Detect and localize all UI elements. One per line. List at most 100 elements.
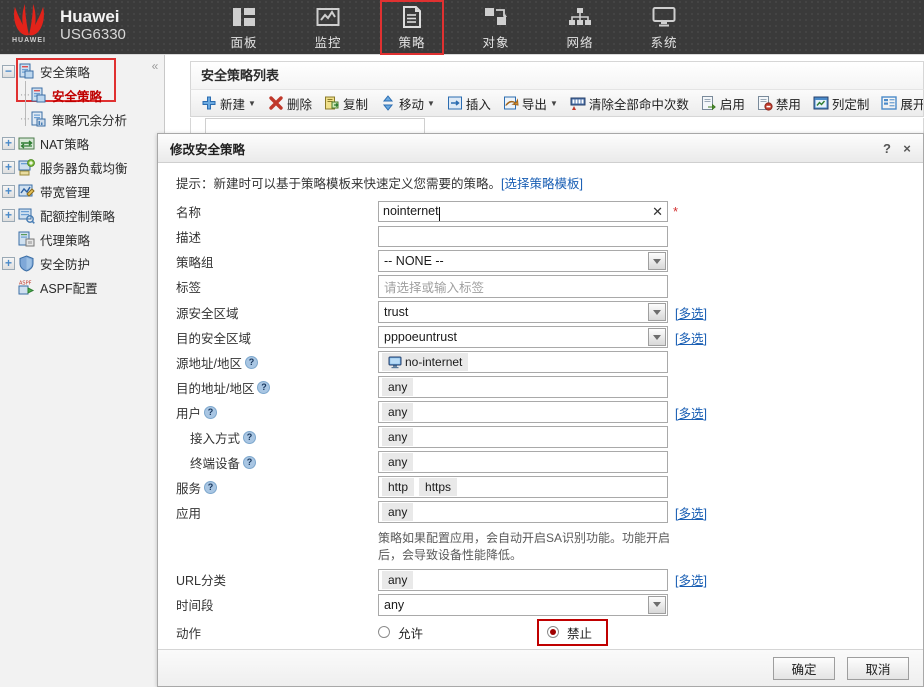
src-zone-multiselect-link[interactable]: [多选] bbox=[675, 303, 707, 322]
nav-label-monitor: 监控 bbox=[314, 32, 341, 51]
cancel-button[interactable]: 取消 bbox=[847, 657, 909, 680]
nav-label-system: 系统 bbox=[650, 32, 677, 51]
sidebar-item-aspf-config[interactable]: ASPF ASPF配置 bbox=[0, 275, 164, 299]
expander-minus-icon[interactable]: − bbox=[2, 65, 15, 78]
nav-item-network[interactable]: 网络 bbox=[548, 0, 612, 55]
url-category-tag[interactable]: any bbox=[382, 571, 413, 589]
toolbar-column-customize-button[interactable]: 列定制 bbox=[809, 92, 874, 114]
toolbar-disable-button[interactable]: 禁用 bbox=[753, 92, 805, 114]
chevron-down-icon: ▼ bbox=[550, 99, 558, 108]
time-range-select[interactable]: any bbox=[378, 594, 668, 616]
expander-plus-icon[interactable]: + bbox=[2, 209, 15, 222]
toolbar-new-label: 新建 bbox=[220, 94, 245, 113]
radio-allow-icon[interactable] bbox=[378, 626, 390, 638]
application-tag[interactable]: any bbox=[382, 503, 413, 521]
toolbar-copy-button[interactable]: 复制 bbox=[320, 92, 372, 114]
user-tag[interactable]: any bbox=[382, 403, 413, 421]
policy-group-select[interactable]: -- NONE -- bbox=[378, 250, 668, 272]
src-address-tag[interactable]: no-internet bbox=[382, 353, 468, 371]
expander-plus-icon[interactable]: + bbox=[2, 257, 15, 270]
nav-item-monitor[interactable]: 监控 bbox=[296, 0, 360, 55]
nav-item-object[interactable]: 对象 bbox=[464, 0, 528, 55]
url-category-multiselect-link[interactable]: [多选] bbox=[675, 570, 707, 589]
sidebar-item-nat-policy[interactable]: + NAT策略 bbox=[0, 131, 164, 155]
dst-zone-multiselect-link[interactable]: [多选] bbox=[675, 328, 707, 347]
label-dst-zone: 目的安全区域 bbox=[158, 328, 378, 347]
access-mode-input[interactable]: any bbox=[378, 426, 668, 448]
close-icon[interactable]: × bbox=[897, 141, 917, 156]
tag-input[interactable]: 请选择或输入标签 bbox=[378, 275, 668, 298]
action-deny-label: 禁止 bbox=[567, 623, 592, 642]
sidebar-label-nat-policy: NAT策略 bbox=[40, 134, 89, 153]
sidebar-item-security-policy[interactable]: ⋯ 安全策略 bbox=[0, 83, 164, 107]
service-tag-http[interactable]: http bbox=[382, 478, 414, 496]
sidebar-item-policy-redundancy-analysis[interactable]: ⋯ 策略冗余分析 bbox=[0, 107, 164, 131]
toolbar-expand-button[interactable]: 展开 bbox=[877, 92, 924, 114]
label-access-mode: 接入方式 ? bbox=[158, 428, 378, 447]
label-tag: 标签 bbox=[158, 277, 378, 296]
service-tag-https[interactable]: https bbox=[419, 478, 457, 496]
access-mode-tag[interactable]: any bbox=[382, 428, 413, 446]
usg6330-web-ui: HUAWEI Huawei USG6330 面板 监控 bbox=[0, 0, 924, 687]
user-input[interactable]: any bbox=[378, 401, 668, 423]
radio-deny-icon[interactable] bbox=[547, 626, 559, 638]
name-input[interactable]: nointernet ✕ bbox=[378, 201, 668, 222]
nav-label-object: 对象 bbox=[482, 32, 509, 51]
toolbar-move-button[interactable]: 移动 ▼ bbox=[376, 92, 439, 114]
description-input[interactable] bbox=[378, 226, 668, 247]
toolbar-enable-button[interactable]: 启用 bbox=[697, 92, 749, 114]
select-policy-template-link[interactable]: [选择策略模板] bbox=[501, 177, 583, 191]
sidebar-item-server-load-balance[interactable]: + 服务器负载均衡 bbox=[0, 155, 164, 179]
dst-zone-select[interactable]: pppoeuntrust bbox=[378, 326, 668, 348]
toolbar-delete-button[interactable]: 删除 bbox=[264, 92, 316, 114]
src-zone-select[interactable]: trust bbox=[378, 301, 668, 323]
help-icon[interactable]: ? bbox=[243, 456, 256, 469]
sidebar-item-bandwidth-management[interactable]: + 带宽管理 bbox=[0, 179, 164, 203]
toolbar-new-button[interactable]: 新建 ▼ bbox=[197, 92, 260, 114]
terminal-device-input[interactable]: any bbox=[378, 451, 668, 473]
expander-plus-icon[interactable]: + bbox=[2, 161, 15, 174]
chevron-down-icon[interactable] bbox=[648, 252, 666, 270]
chevron-down-icon[interactable] bbox=[648, 596, 666, 614]
sidebar-item-quota-control-policy[interactable]: + 配额控制策略 bbox=[0, 203, 164, 227]
sidebar-item-security-policy-group[interactable]: − 安全策略 bbox=[0, 59, 164, 83]
service-input[interactable]: http https bbox=[378, 476, 668, 498]
help-icon[interactable]: ? bbox=[204, 406, 217, 419]
expander-plus-icon[interactable]: + bbox=[2, 185, 15, 198]
clear-icon[interactable]: ✕ bbox=[652, 204, 663, 220]
application-input[interactable]: any bbox=[378, 501, 668, 523]
help-icon[interactable]: ? bbox=[257, 381, 270, 394]
dialog-titlebar: 修改安全策略 ? × bbox=[158, 134, 923, 163]
chevron-down-icon[interactable] bbox=[648, 303, 666, 321]
system-monitor-icon bbox=[652, 4, 676, 30]
dst-address-tag[interactable]: any bbox=[382, 378, 413, 396]
toolbar-export-button[interactable]: 导出 ▼ bbox=[499, 92, 562, 114]
sidebar-item-security-protection[interactable]: + 安全防护 bbox=[0, 251, 164, 275]
action-radio-allow[interactable]: 允许 bbox=[378, 623, 423, 642]
label-service-text: 服务 bbox=[176, 478, 201, 497]
policy-list-panel: 安全策略列表 新建 ▼ 删除 bbox=[190, 61, 924, 138]
help-icon[interactable]: ? bbox=[204, 481, 217, 494]
terminal-device-tag[interactable]: any bbox=[382, 453, 413, 471]
tree-connector: ⋯ bbox=[20, 90, 30, 101]
help-icon[interactable]: ? bbox=[245, 356, 258, 369]
dst-address-input[interactable]: any bbox=[378, 376, 668, 398]
nav-item-dashboard[interactable]: 面板 bbox=[212, 0, 276, 55]
field-row-policy-group: 策略组 -- NONE -- bbox=[158, 250, 923, 272]
expander-plus-icon[interactable]: + bbox=[2, 137, 15, 150]
nav-item-system[interactable]: 系统 bbox=[632, 0, 696, 55]
help-icon[interactable]: ? bbox=[877, 141, 897, 156]
toolbar-insert-button[interactable]: 插入 bbox=[443, 92, 495, 114]
ok-button[interactable]: 确定 bbox=[773, 657, 835, 680]
user-multiselect-link[interactable]: [多选] bbox=[675, 403, 707, 422]
application-multiselect-link[interactable]: [多选] bbox=[675, 503, 707, 522]
help-icon[interactable]: ? bbox=[243, 431, 256, 444]
toolbar-clear-hit-count-button[interactable]: 清除全部命中次数 bbox=[566, 92, 693, 114]
sidebar-item-proxy-policy[interactable]: 代理策略 bbox=[0, 227, 164, 251]
action-radio-deny[interactable]: 禁止 bbox=[547, 623, 592, 642]
src-address-input[interactable]: no-internet bbox=[378, 351, 668, 373]
chevron-down-icon[interactable] bbox=[648, 328, 666, 346]
url-category-input[interactable]: any bbox=[378, 569, 668, 591]
nav-item-policy[interactable]: 策略 bbox=[380, 0, 444, 55]
label-service: 服务 ? bbox=[158, 478, 378, 497]
